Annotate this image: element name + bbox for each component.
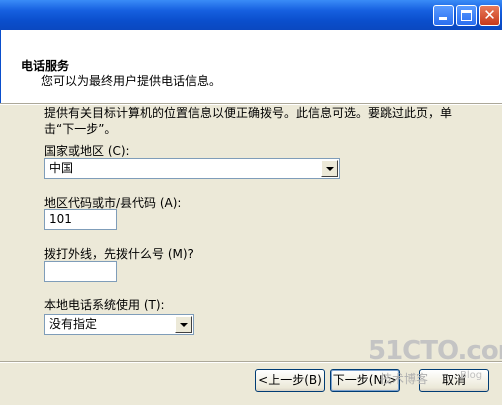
phone-system-value: 没有指定 <box>49 317 98 331</box>
country-select[interactable]: 中国 <box>44 158 340 179</box>
phone-system-label: 本地电话系统使用 (T): <box>44 298 165 312</box>
intro-text: 提供有关目标计算机的位置信息以便正确拨号。此信息可选。要跳过此页，单击“下一步”… <box>44 106 453 136</box>
page-subtitle: 您可以为最终用户提供电话信息。 <box>41 74 222 88</box>
chevron-down-icon[interactable] <box>175 316 192 333</box>
watermark-blog: Blog <box>460 370 483 381</box>
area-code-input[interactable]: 101 <box>44 209 117 230</box>
outside-line-label: 拨打外线，先拨什么号 (M)? <box>44 247 194 261</box>
footer-divider <box>0 361 502 363</box>
title-bar: ✕ <box>0 0 502 30</box>
maximize-icon <box>457 6 476 25</box>
chevron-down-icon[interactable] <box>321 160 338 177</box>
minimize-icon <box>434 6 453 25</box>
wizard-header: 电话服务 您可以为最终用户提供电话信息。 <box>0 30 502 103</box>
country-label: 国家或地区 (C): <box>44 144 130 158</box>
phone-system-select[interactable]: 没有指定 <box>44 314 194 335</box>
close-icon: ✕ <box>483 6 496 24</box>
watermark-sub: 技术博客 <box>380 372 429 386</box>
country-value: 中国 <box>49 161 74 175</box>
outside-line-input[interactable] <box>44 261 117 282</box>
maximize-button[interactable] <box>456 5 477 26</box>
close-button[interactable]: ✕ <box>479 5 500 26</box>
back-button[interactable]: <上一步(B) <box>255 369 325 392</box>
minimize-button[interactable] <box>433 5 454 26</box>
